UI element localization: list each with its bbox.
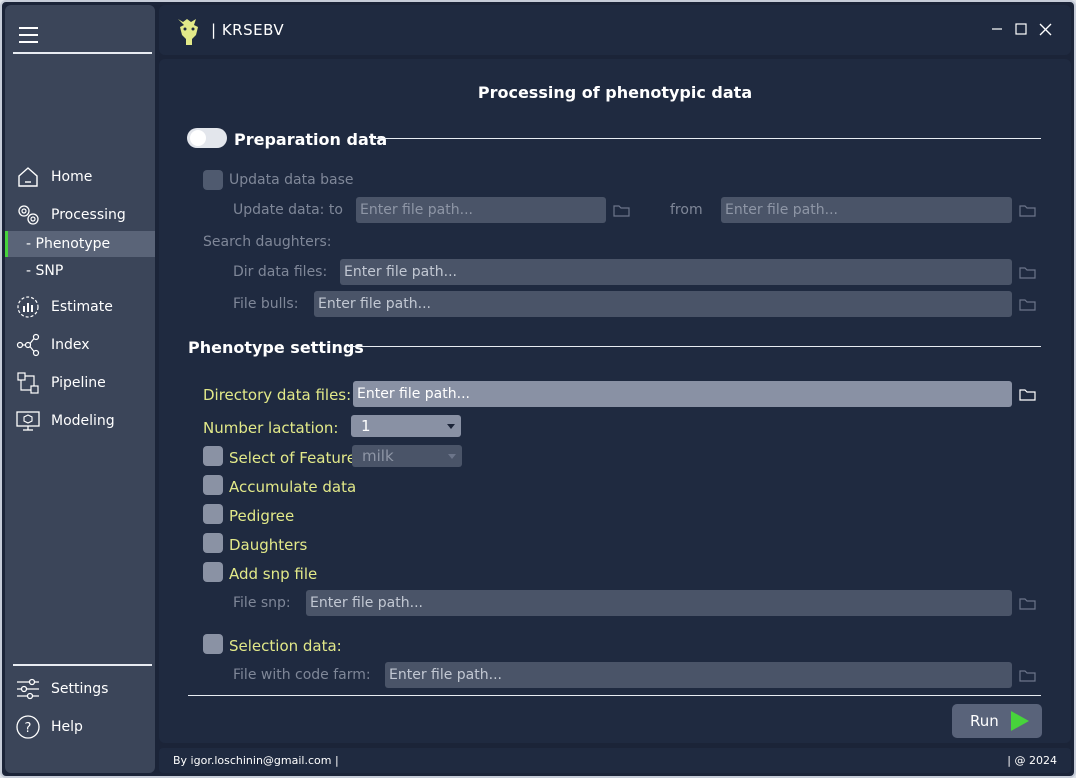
chevron-down-icon	[447, 424, 455, 429]
update-to-input[interactable]: Enter file path...	[356, 197, 606, 223]
select-feature-select[interactable]: milk	[352, 445, 462, 467]
sidebar: Home Processing - Phenotype - SNP Estima…	[5, 5, 155, 773]
folder-icon[interactable]	[613, 203, 631, 217]
sidebar-item-modeling[interactable]: Modeling	[5, 408, 155, 434]
main-panel: Processing of phenotypic data Preparatio…	[159, 59, 1071, 743]
sidebar-item-help[interactable]: ? Help	[5, 714, 155, 740]
section-divider	[374, 138, 1041, 139]
status-bar: By igor.loschinin@gmail.com | | @ 2024	[159, 748, 1071, 773]
select-feature-checkbox[interactable]	[203, 446, 223, 466]
file-code-farm-label: File with code farm:	[233, 667, 371, 683]
select-feature-label: Select of Feature:	[229, 449, 362, 467]
chevron-down-icon	[448, 454, 456, 459]
number-lactation-select[interactable]: 1	[351, 415, 461, 437]
toggle-knob	[190, 130, 206, 146]
dir-data-files-label: Dir data files:	[233, 264, 328, 280]
page-title: Processing of phenotypic data	[477, 83, 753, 102]
sidebar-item-label: Index	[51, 337, 90, 353]
sliders-icon	[15, 676, 41, 702]
cow-logo-icon	[174, 13, 206, 51]
sidebar-item-label: Modeling	[51, 413, 115, 429]
dir-data-files-input[interactable]: Enter file path...	[340, 259, 1012, 285]
selection-data-label: Selection data:	[229, 637, 342, 655]
app-brand: | KRSEBV	[211, 21, 285, 39]
sidebar-item-home[interactable]: Home	[5, 164, 155, 190]
accumulate-label: Accumulate data	[229, 478, 357, 496]
gears-icon	[15, 202, 41, 228]
file-code-farm-input[interactable]: Enter file path...	[385, 662, 1012, 688]
search-daughters-label: Search daughters:	[203, 234, 332, 250]
svg-text:?: ?	[25, 721, 32, 736]
author-text: By igor.loschinin@gmail.com |	[173, 754, 339, 767]
folder-icon[interactable]	[1019, 596, 1037, 610]
folder-icon[interactable]	[1019, 203, 1037, 217]
select-feature-value: milk	[362, 447, 394, 465]
sidebar-divider	[13, 52, 152, 54]
chart-icon	[15, 294, 41, 320]
sidebar-divider	[13, 664, 152, 666]
close-icon[interactable]	[1035, 19, 1055, 39]
network-icon	[15, 332, 41, 358]
sidebar-item-label: Settings	[51, 681, 109, 697]
run-label: Run	[970, 712, 999, 730]
bottom-divider	[188, 695, 1041, 696]
directory-data-files-input[interactable]: Enter file path...	[353, 381, 1012, 407]
folder-icon[interactable]	[1019, 668, 1037, 682]
sidebar-item-processing[interactable]: Processing	[5, 202, 155, 228]
update-to-label: Update data: to	[233, 202, 343, 218]
sidebar-item-snp[interactable]: - SNP	[5, 258, 155, 284]
update-db-checkbox[interactable]	[203, 170, 223, 190]
file-snp-input[interactable]: Enter file path...	[306, 590, 1012, 616]
file-bulls-label: File bulls:	[233, 296, 299, 312]
home-icon	[15, 164, 41, 190]
pedigree-checkbox[interactable]	[203, 504, 223, 524]
accumulate-checkbox[interactable]	[203, 475, 223, 495]
number-lactation-value: 1	[361, 417, 371, 435]
sidebar-item-index[interactable]: Index	[5, 332, 155, 358]
sidebar-item-label: - SNP	[26, 263, 64, 279]
folder-icon[interactable]	[1019, 297, 1037, 311]
pipeline-icon	[15, 370, 41, 396]
sidebar-item-phenotype[interactable]: - Phenotype	[5, 231, 155, 257]
directory-data-files-label: Directory data files:	[203, 386, 352, 404]
minimize-icon[interactable]	[987, 19, 1007, 39]
run-button[interactable]: Run	[952, 704, 1042, 738]
preparation-toggle[interactable]	[187, 128, 227, 148]
phenotype-section-title: Phenotype settings	[188, 338, 364, 357]
sidebar-item-pipeline[interactable]: Pipeline	[5, 370, 155, 396]
title-bar: | KRSEBV	[159, 5, 1071, 55]
sidebar-item-label: Pipeline	[51, 375, 106, 391]
copyright-text: | @ 2024	[1007, 754, 1057, 767]
sidebar-item-label: Estimate	[51, 299, 113, 315]
maximize-icon[interactable]	[1011, 19, 1031, 39]
help-icon: ?	[15, 714, 41, 740]
add-snp-checkbox[interactable]	[203, 562, 223, 582]
from-label: from	[670, 202, 703, 218]
sidebar-item-label: Processing	[51, 207, 126, 223]
sidebar-item-label: - Phenotype	[26, 236, 111, 252]
folder-icon[interactable]	[1019, 265, 1037, 279]
section-divider	[348, 346, 1041, 347]
sidebar-item-label: Help	[51, 719, 83, 735]
file-bulls-input[interactable]: Enter file path...	[314, 291, 1012, 317]
folder-icon[interactable]	[1019, 387, 1037, 401]
update-db-label: Updata data base	[229, 172, 354, 188]
sidebar-item-estimate[interactable]: Estimate	[5, 294, 155, 320]
number-lactation-label: Number lactation:	[203, 419, 339, 437]
selection-data-checkbox[interactable]	[203, 634, 223, 654]
monitor-icon	[15, 408, 41, 434]
daughters-label: Daughters	[229, 536, 308, 554]
add-snp-label: Add snp file	[229, 565, 318, 583]
file-snp-label: File snp:	[233, 595, 291, 611]
play-icon	[1010, 711, 1029, 731]
daughters-checkbox[interactable]	[203, 533, 223, 553]
sidebar-item-settings[interactable]: Settings	[5, 676, 155, 702]
hamburger-menu-icon[interactable]	[19, 27, 39, 45]
update-from-input[interactable]: Enter file path...	[721, 197, 1012, 223]
pedigree-label: Pedigree	[229, 507, 295, 525]
preparation-section-title: Preparation data	[234, 130, 388, 149]
sidebar-item-label: Home	[51, 169, 93, 185]
